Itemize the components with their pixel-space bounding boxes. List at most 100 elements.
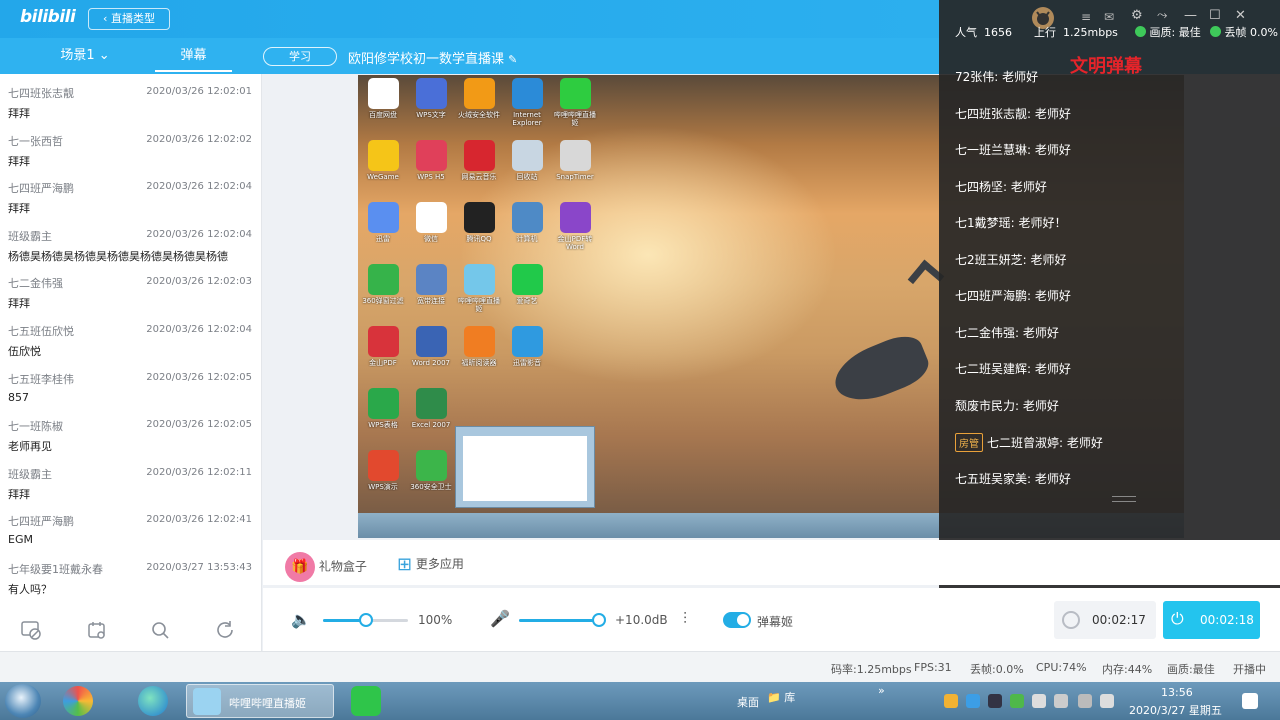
desktop-shortcut-label: 360安全卫士 <box>410 483 452 491</box>
desktop-shortcut-label: 福昕阅读器 <box>461 359 497 367</box>
list-item[interactable]: 班级霸主 2020/03/26 12:02:11 拜拜 <box>0 455 261 503</box>
tray-icon-5[interactable] <box>1032 694 1046 708</box>
list-item[interactable]: 七年级要1班戴永春 2020/03/27 13:53:43 有人吗？ <box>0 550 261 598</box>
room-admin-icon[interactable] <box>86 619 108 641</box>
desktop-shortcut[interactable]: 360安全卫士 <box>408 450 454 491</box>
desktop-shortcut[interactable]: 网易云音乐 <box>456 140 502 181</box>
desktop-shortcut[interactable]: Internet Explorer <box>504 78 550 127</box>
desktop-shortcut[interactable]: SnapTimer <box>552 140 598 181</box>
message-text: 有人吗？ <box>8 582 52 596</box>
record-button[interactable]: 00:02:17 <box>1054 601 1156 639</box>
clock-time[interactable]: 13:56 <box>1161 686 1193 699</box>
desktop-shortcut[interactable]: 360弹窗过滤 <box>360 264 406 305</box>
speaker-icon[interactable]: 🔈 <box>291 610 311 629</box>
desktop-shortcut[interactable]: 百度网盘 <box>360 78 406 119</box>
tray-icon-1[interactable] <box>944 694 958 708</box>
desktop-shortcut[interactable]: WPS文字 <box>408 78 454 119</box>
live-type-button[interactable]: ‹ 直播类型 <box>88 8 170 30</box>
gift-box-button[interactable]: 🎁 礼物盒子 <box>285 552 367 582</box>
taskbar-window-live[interactable]: 哔哩哔哩直播姬 <box>186 684 334 718</box>
list-item[interactable]: 七一张西哲 2020/03/26 12:02:02 拜拜 <box>0 122 261 170</box>
danmaku-list-panel[interactable]: 七四班张志靓 2020/03/26 12:02:01 拜拜 七一张西哲 2020/03/… <box>0 74 262 651</box>
desktop-shortcut[interactable]: 福昕阅读器 <box>456 326 502 367</box>
close-icon[interactable]: ✕ <box>1235 8 1246 23</box>
resize-grip-icon[interactable] <box>1112 496 1136 502</box>
desktop-shortcut-label: 金山PDF转Word <box>557 235 593 251</box>
desktop-shortcut[interactable]: WPS演示 <box>360 450 406 491</box>
microphone-icon[interactable]: 🎤 <box>490 609 510 628</box>
desktop-shortcut[interactable]: 回收站 <box>504 140 550 181</box>
refresh-icon[interactable] <box>214 619 236 641</box>
search-icon[interactable] <box>149 619 171 641</box>
list-icon[interactable]: ≡ <box>1081 10 1091 24</box>
list-item[interactable]: 班级霸主 2020/03/26 12:02:04 杨德昊杨德昊杨德昊杨德昊杨德昊杨德… <box>0 217 261 265</box>
list-item[interactable]: 七二金伟强 2020/03/26 12:02:03 拜拜 <box>0 264 261 312</box>
overlay-text: 老师好 <box>1010 179 1047 194</box>
desktop-shortcut[interactable]: Word 2007 <box>408 326 454 367</box>
action-center-icon[interactable] <box>1242 693 1258 709</box>
gear-icon[interactable]: ⚙ <box>1131 8 1143 23</box>
mixer-icon[interactable]: ⫶ <box>683 609 687 629</box>
desktop-shortcut[interactable]: 计算机 <box>504 202 550 243</box>
volume-tray-icon[interactable] <box>1100 694 1114 708</box>
share-icon[interactable]: ⤳ <box>1157 8 1167 23</box>
desktop-shortcut[interactable]: 迅雷影音 <box>504 326 550 367</box>
list-item[interactable]: 七一班陈椒 2020/03/26 12:02:05 老师再见 <box>0 407 261 455</box>
danmaku-ji-label: 弹幕姬 <box>757 615 794 629</box>
desktop-toolbar-label[interactable]: 桌面 <box>737 694 759 710</box>
edit-icon[interactable]: ✎ <box>508 53 517 66</box>
clock-date[interactable]: 2020/3/27 星期五 <box>1129 702 1222 718</box>
mic-slider-handle[interactable] <box>592 613 606 627</box>
library-toolbar[interactable]: 📁 库 <box>767 689 795 705</box>
list-item[interactable]: 七四班严海鹏 2020/03/26 12:02:41 EGM <box>0 502 261 550</box>
app-icon <box>463 140 495 171</box>
desktop-shortcut[interactable]: 哔哩哔哩直播姬 <box>552 78 598 127</box>
message-time: 2020/03/26 12:02:01 <box>146 86 252 97</box>
danmaku-overlay-window[interactable]: ≡ ✉ ⚙ ⤳ — ☐ ✕ 人气 1656 上行 1.25mbps 画质: 最佳… <box>939 0 1280 622</box>
network-icon[interactable] <box>1078 694 1092 708</box>
app-icon <box>511 202 543 233</box>
volume-slider-handle[interactable] <box>359 613 373 627</box>
mail-icon[interactable]: ✉ <box>1104 10 1114 24</box>
list-item[interactable]: 七四班张志靓 2020/03/26 12:02:01 拜拜 <box>0 74 261 122</box>
desktop-shortcut[interactable]: Excel 2007 <box>408 388 454 429</box>
tab-scene[interactable]: 场景1 ⌄ <box>30 38 140 74</box>
message-time: 2020/03/26 12:02:03 <box>146 276 252 288</box>
desktop-shortcut[interactable]: 火绒安全软件 <box>456 78 502 119</box>
tab-danmaku[interactable]: 弹幕 <box>155 38 232 74</box>
desktop-shortcut[interactable]: WeGame <box>360 140 406 181</box>
tray-icon-6[interactable] <box>1054 694 1068 708</box>
start-button[interactable] <box>5 684 41 718</box>
pinwheel-app-icon[interactable] <box>63 686 93 716</box>
block-icon[interactable] <box>20 619 42 641</box>
course-title[interactable]: 欧阳修学校初一数学直播课 ✎ <box>348 48 517 67</box>
desktop-shortcut[interactable]: 金山PDF转Word <box>552 202 598 251</box>
overlay-user: 72张伟: <box>955 70 999 84</box>
tray-icon-4[interactable] <box>1010 694 1024 708</box>
more-apps-button[interactable]: ⊞ 更多应用 <box>397 552 464 576</box>
minimize-icon[interactable]: — <box>1184 8 1197 23</box>
list-item[interactable]: 七五班伍欣悦 2020/03/26 12:02:04 伍欣悦 <box>0 312 261 360</box>
chevron-right-icon[interactable]: » <box>878 684 885 697</box>
desktop-shortcut[interactable]: WPS H5 <box>408 140 454 181</box>
desktop-shortcut[interactable]: 宽带连接 <box>408 264 454 305</box>
desktop-shortcut[interactable]: WPS表格 <box>360 388 406 429</box>
desktop-shortcut[interactable]: 迅雷 <box>360 202 406 243</box>
app-icon <box>415 326 447 357</box>
stop-live-button[interactable]: ⏻ 00:02:18 <box>1163 601 1260 639</box>
bili-live-tool-icon[interactable] <box>351 686 381 716</box>
desktop-shortcut[interactable]: 腾讯QQ <box>456 202 502 243</box>
tray-icon-3[interactable] <box>988 694 1002 708</box>
tray-icon-2[interactable] <box>966 694 980 708</box>
category-tag[interactable]: 学习 <box>263 47 337 66</box>
danmaku-list[interactable]: 七四班张志靓 2020/03/26 12:02:01 拜拜 七一张西哲 2020/03/… <box>0 74 261 598</box>
list-item[interactable]: 七四班严海鹏 2020/03/26 12:02:04 拜拜 <box>0 169 261 217</box>
desktop-shortcut[interactable]: 爱奇艺 <box>504 264 550 305</box>
desktop-shortcut[interactable]: 微信 <box>408 202 454 243</box>
desktop-shortcut[interactable]: 金山PDF <box>360 326 406 367</box>
desktop-shortcut[interactable]: 哔哩哔哩直播姬 <box>456 264 502 313</box>
maximize-icon[interactable]: ☐ <box>1209 8 1221 23</box>
danmaku-ji-toggle[interactable] <box>723 612 751 628</box>
list-item[interactable]: 七五班李桂伟 2020/03/26 12:02:05 857 <box>0 360 261 408</box>
edge-browser-icon[interactable] <box>138 686 168 716</box>
